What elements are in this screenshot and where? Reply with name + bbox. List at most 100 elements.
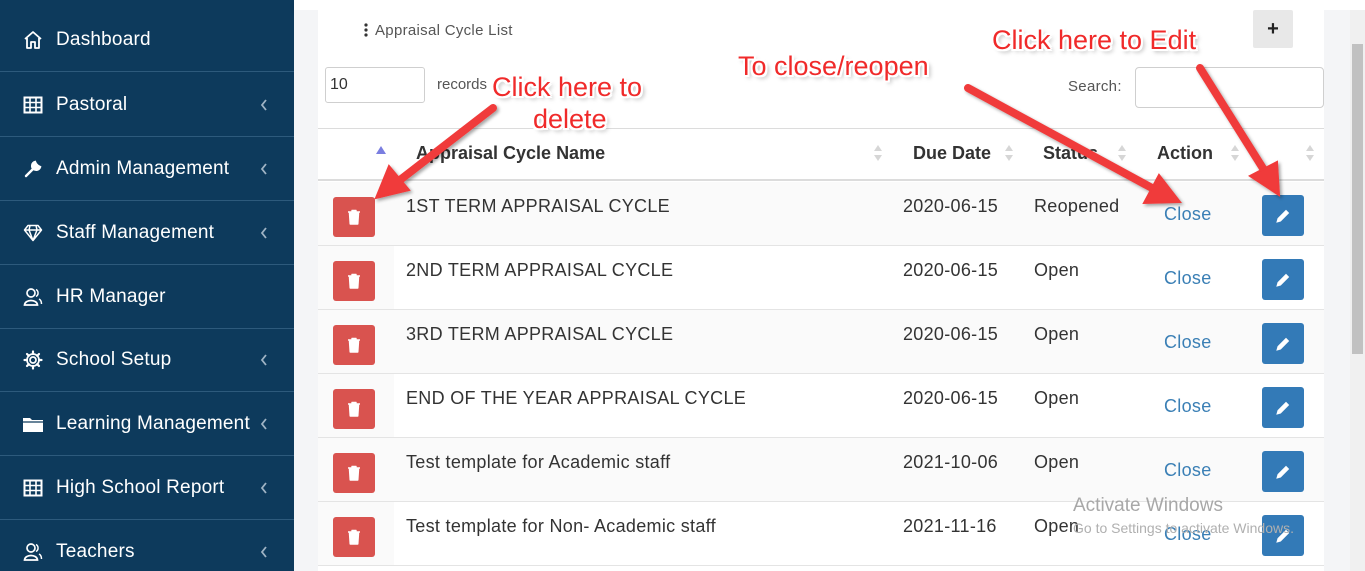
diamond-icon: [22, 222, 44, 244]
top-bar: [294, 0, 1365, 10]
close-link[interactable]: Close: [1164, 332, 1212, 353]
due-date-cell: 2020-06-15: [903, 324, 999, 344]
card-title-text: Appraisal Cycle List: [375, 21, 513, 39]
sidebar-item-label: Admin Management: [56, 157, 230, 179]
cycle-name-cell: Test template for Non- Academic staff: [406, 516, 716, 536]
sidebar-item-label: School Setup: [56, 348, 172, 370]
wrench-icon: [22, 158, 44, 180]
annotation-delete-line2: delete: [533, 104, 607, 134]
sidebar-item-label: Pastoral: [56, 93, 128, 115]
delete-button[interactable]: [333, 261, 375, 301]
delete-button[interactable]: [333, 197, 375, 237]
sidebar-item-teachers[interactable]: Teachers: [0, 520, 294, 571]
column-header-action: Action: [1157, 143, 1213, 163]
table-header: Appraisal Cycle Name Due Date Status Act…: [318, 128, 1324, 181]
sidebar-item-label: Teachers: [56, 540, 135, 562]
delete-button[interactable]: [333, 325, 375, 365]
delete-button[interactable]: [333, 453, 375, 493]
delete-button[interactable]: [333, 389, 375, 429]
pencil-icon: [1276, 465, 1290, 479]
app-window: Dashboard Pastoral Admin Management Staf…: [0, 0, 1365, 571]
search-input[interactable]: [1135, 67, 1324, 108]
sidebar-item-pastoral[interactable]: Pastoral: [0, 73, 294, 137]
annotation-close-reopen: To close/reopen: [738, 51, 929, 81]
folder-icon: [22, 413, 44, 435]
status-cell: Open: [1034, 388, 1080, 408]
vertical-ellipsis-icon: [362, 23, 370, 37]
chevron-left-icon: [258, 226, 270, 239]
status-cell: Open: [1034, 324, 1080, 344]
cycle-name-cell: 1ST TERM APPRAISAL CYCLE: [406, 196, 670, 216]
sidebar-item-admin-management[interactable]: Admin Management: [0, 137, 294, 201]
column-header-name[interactable]: Appraisal Cycle Name: [416, 143, 605, 164]
due-date-cell: 2020-06-15: [903, 260, 999, 280]
add-button[interactable]: +: [1253, 10, 1293, 48]
sidebar-item-label: High School Report: [56, 476, 225, 498]
edit-button[interactable]: [1262, 451, 1304, 492]
trash-icon: [348, 529, 360, 545]
due-date-cell: 2020-06-15: [903, 388, 999, 408]
sidebar-item-staff-management[interactable]: Staff Management: [0, 201, 294, 265]
sort-icon[interactable]: [874, 145, 882, 163]
table-icon: [22, 94, 44, 116]
table-row: 2ND TERM APPRAISAL CYCLE 2020-06-15 Open…: [318, 246, 1324, 310]
page-length-input[interactable]: 10: [325, 67, 425, 103]
status-cell: Open: [1034, 452, 1080, 472]
annotation-edit: Click here to Edit: [992, 25, 1197, 55]
cycle-name-cell: Test template for Academic staff: [406, 452, 671, 472]
chevron-left-icon: [258, 481, 270, 494]
trash-icon: [348, 465, 360, 481]
sort-icon[interactable]: [1306, 145, 1314, 163]
pencil-icon: [1276, 273, 1290, 287]
sidebar-item-label: Dashboard: [56, 28, 151, 50]
sort-icon[interactable]: [1231, 145, 1239, 163]
users-icon: [22, 541, 44, 563]
trash-icon: [348, 337, 360, 353]
sidebar-item-high-school-report[interactable]: High School Report: [0, 456, 294, 520]
chevron-left-icon: [258, 98, 270, 111]
trash-icon: [348, 401, 360, 417]
chevron-left-icon: [258, 417, 270, 430]
edit-button[interactable]: [1262, 387, 1304, 428]
due-date-cell: 2021-11-16: [903, 516, 997, 536]
search-label: Search:: [1068, 78, 1122, 95]
edit-button[interactable]: [1262, 259, 1304, 300]
sidebar-item-label: Learning Management: [56, 412, 250, 434]
table-row: 1ST TERM APPRAISAL CYCLE 2020-06-15 Reop…: [318, 182, 1324, 246]
close-link[interactable]: Close: [1164, 204, 1212, 225]
pencil-icon: [1276, 337, 1290, 351]
delete-button[interactable]: [333, 517, 375, 557]
edit-button[interactable]: [1262, 195, 1304, 236]
chevron-left-icon: [258, 545, 270, 558]
close-link[interactable]: Close: [1164, 268, 1212, 289]
chevron-left-icon: [258, 353, 270, 366]
edit-button[interactable]: [1262, 323, 1304, 364]
trash-icon: [348, 209, 360, 225]
sort-icon[interactable]: [1005, 145, 1013, 163]
annotation-delete-line1: Click here to: [492, 72, 643, 102]
scrollbar-thumb[interactable]: [1352, 44, 1363, 354]
home-icon: [22, 29, 44, 51]
status-cell: Reopened: [1034, 196, 1120, 216]
sidebar-item-dashboard[interactable]: Dashboard: [0, 8, 294, 72]
sidebar: Dashboard Pastoral Admin Management Staf…: [0, 0, 294, 571]
sort-icon[interactable]: [1118, 145, 1126, 163]
pencil-icon: [1276, 209, 1290, 223]
cycle-name-cell: 3RD TERM APPRAISAL CYCLE: [406, 324, 674, 344]
close-link[interactable]: Close: [1164, 460, 1212, 481]
cycle-name-cell: 2ND TERM APPRAISAL CYCLE: [406, 260, 674, 280]
sidebar-item-learning-management[interactable]: Learning Management: [0, 392, 294, 456]
table-row: Test template for Academic staff 2021-10…: [318, 438, 1324, 502]
column-header-status[interactable]: Status: [1043, 143, 1098, 164]
sidebar-item-school-setup[interactable]: School Setup: [0, 328, 294, 392]
sidebar-item-label: Staff Management: [56, 221, 215, 243]
activate-windows-watermark: Activate Windows: [1073, 495, 1223, 516]
column-header-due-date[interactable]: Due Date: [913, 143, 991, 164]
status-cell: Open: [1034, 260, 1080, 280]
table-row: 3RD TERM APPRAISAL CYCLE 2020-06-15 Open…: [318, 310, 1324, 374]
gear-icon: [22, 349, 44, 371]
cycle-name-cell: END OF THE YEAR APPRAISAL CYCLE: [406, 388, 747, 408]
close-link[interactable]: Close: [1164, 396, 1212, 417]
sidebar-item-hr-manager[interactable]: HR Manager: [0, 265, 294, 329]
sort-ascending-icon[interactable]: [376, 146, 386, 154]
